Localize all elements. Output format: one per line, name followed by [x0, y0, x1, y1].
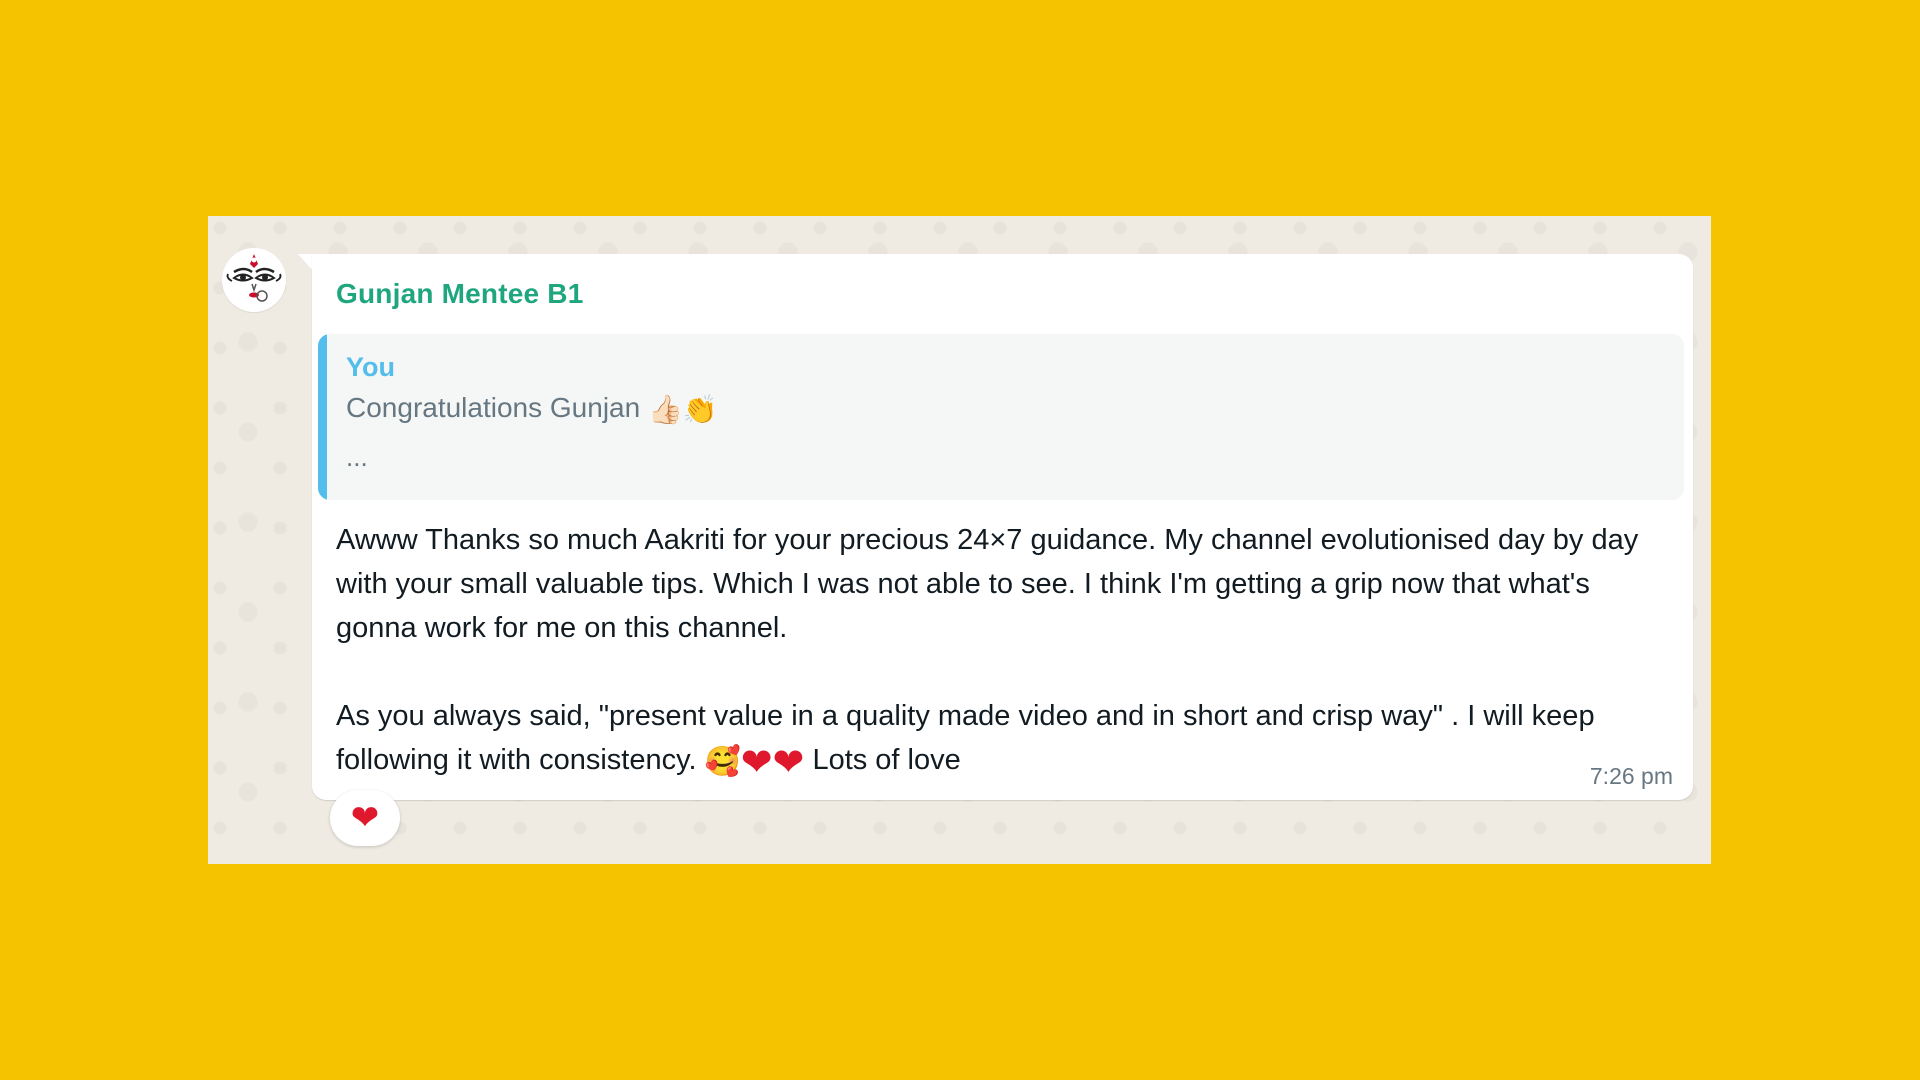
quoted-ellipsis: ...: [346, 442, 368, 472]
quoted-message[interactable]: You Congratulations Gunjan 👍🏻👏 ...: [318, 334, 1684, 500]
red-heart-icon: ❤: [350, 799, 380, 837]
quoted-author: You: [346, 352, 395, 382]
chat-panel: Gunjan Mentee B1 You Congratulations Gun…: [208, 216, 1711, 864]
message-paragraph-1: Awww Thanks so much Aakriti for your pre…: [336, 524, 1639, 644]
sender-name[interactable]: Gunjan Mentee B1: [336, 278, 583, 310]
quote-accent-bar: [318, 334, 327, 500]
goddess-face-avatar-icon: [222, 248, 286, 312]
message-paragraph-2: As you always said, "present value in a …: [336, 694, 1676, 783]
message-paragraph-2-end: Lots of love: [812, 744, 961, 776]
sender-avatar[interactable]: [222, 248, 286, 312]
incoming-message-bubble[interactable]: Gunjan Mentee B1 You Congratulations Gun…: [312, 254, 1693, 800]
thumbs-up-icon: 👍🏻: [647, 393, 683, 427]
red-heart-icon: ❤: [740, 742, 773, 784]
message-text: Awww Thanks so much Aakriti for your pre…: [336, 518, 1676, 783]
message-paragraph-2-text: As you always said, "present value in a …: [336, 700, 1595, 776]
message-timestamp: 7:26 pm: [1589, 763, 1673, 789]
quoted-text: Congratulations Gunjan: [346, 392, 641, 423]
reaction-badge[interactable]: ❤: [330, 790, 400, 846]
red-heart-icon: ❤: [772, 742, 805, 784]
clapping-hands-icon: 👏: [682, 393, 718, 427]
smiling-face-with-hearts-icon: 🥰: [704, 744, 741, 779]
quoted-text-line: Congratulations Gunjan 👍🏻👏: [346, 392, 718, 426]
